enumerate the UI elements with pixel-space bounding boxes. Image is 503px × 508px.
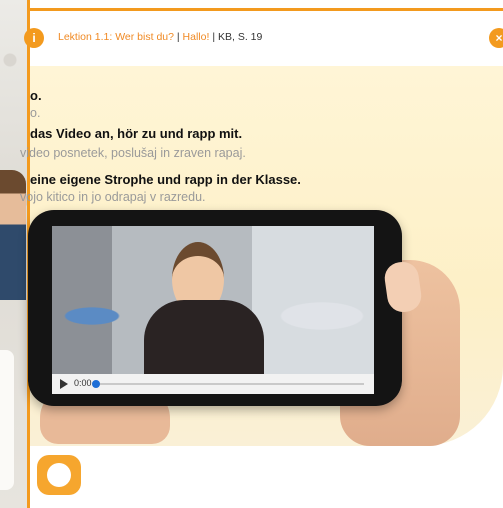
- puzzle-icon-glyph: [47, 463, 71, 487]
- close-button[interactable]: ×: [489, 28, 503, 48]
- instruction-sl: vojo kitico in jo odrapaj v razredu.: [20, 190, 206, 204]
- breadcrumb-kb: KB, S. 19: [217, 31, 263, 43]
- video-screen[interactable]: [52, 226, 374, 390]
- breadcrumb: Lektion 1.1: Wer bist du? | Hallo! | KB,…: [58, 31, 262, 43]
- video-time: 0:00: [74, 378, 92, 388]
- video-person-body: [144, 300, 264, 380]
- breadcrumb-hallo-link[interactable]: Hallo!: [183, 31, 210, 43]
- instruction-de: eine eigene Strophe und rapp in der Klas…: [30, 172, 301, 187]
- instruction-de: o.: [30, 88, 42, 103]
- video-controls: 0:00: [52, 374, 374, 394]
- video-progress-track[interactable]: [96, 383, 364, 385]
- instruction-sl: o.: [30, 106, 41, 120]
- phone-video-frame: 0:00: [28, 210, 402, 406]
- breadcrumb-separator: |: [176, 31, 180, 43]
- puzzle-icon[interactable]: [37, 455, 81, 495]
- play-icon[interactable]: [60, 379, 68, 389]
- background-card: [0, 350, 14, 490]
- breadcrumb-separator: |: [212, 31, 216, 43]
- instruction-de: das Video an, hör zu und rapp mit.: [30, 126, 243, 141]
- video-progress-knob[interactable]: [92, 380, 100, 388]
- instruction-sl: video posnetek, poslušaj in zraven rapaj…: [20, 146, 246, 160]
- header-bar: i Lektion 1.1: Wer bist du? | Hallo! | K…: [24, 11, 503, 57]
- breadcrumb-lesson-link[interactable]: Lektion 1.1: Wer bist du?: [58, 31, 174, 43]
- info-icon[interactable]: i: [24, 28, 44, 48]
